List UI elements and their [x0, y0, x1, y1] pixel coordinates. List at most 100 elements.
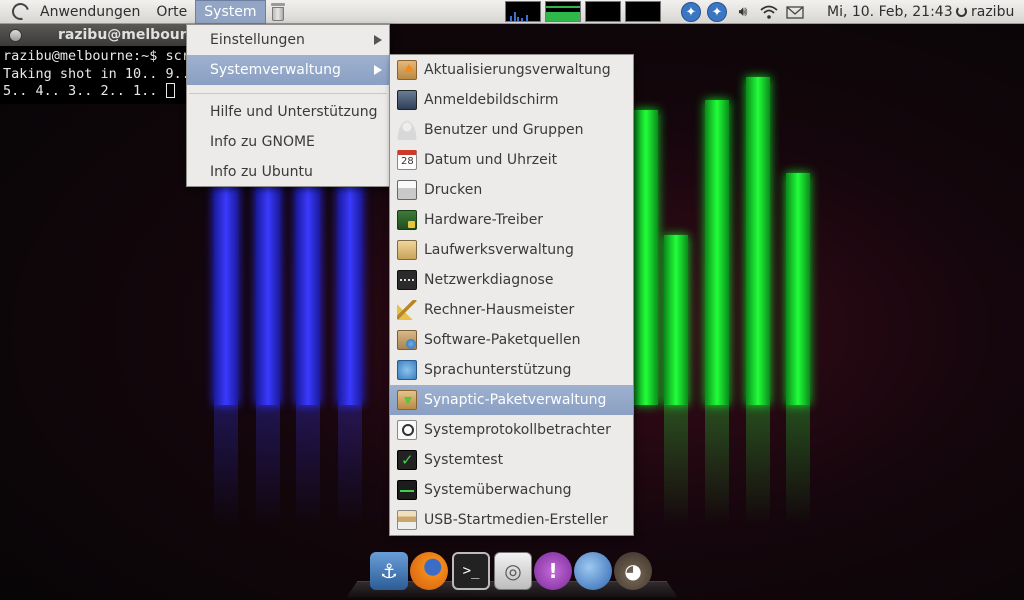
anchor-icon[interactable]: ⚓	[370, 552, 408, 590]
volume-icon[interactable]: 🔊︎	[732, 1, 754, 23]
terminal-icon[interactable]: >_	[452, 552, 490, 590]
hardware-driver-icon	[397, 210, 417, 230]
menu-item-label: Benutzer und Gruppen	[424, 122, 584, 138]
menu-item-users-groups[interactable]: Benutzer und Gruppen	[390, 115, 633, 145]
network-diagnostic-icon	[397, 270, 417, 290]
menu-item-help[interactable]: Hilfe und Unterstützung	[187, 97, 389, 127]
gimp-icon[interactable]: ◕	[614, 552, 652, 590]
terminal-titlebar[interactable]: razibu@melbourne: ~	[0, 24, 190, 46]
user-name: razibu	[971, 4, 1015, 20]
menu-item-hardware-drivers[interactable]: Hardware-Treiber	[390, 205, 633, 235]
terminal-window[interactable]: razibu@melbourne: ~ razibu@melbourne:~$ …	[0, 24, 190, 104]
menu-item-log-viewer[interactable]: Systemprotokollbetrachter	[390, 415, 633, 445]
memory-monitor-icon[interactable]	[545, 1, 581, 22]
menu-item-printing[interactable]: Drucken	[390, 175, 633, 205]
power-icon	[956, 6, 967, 17]
terminal-cursor	[165, 83, 175, 98]
submenu-arrow-icon	[374, 65, 382, 75]
system-test-icon	[397, 450, 417, 470]
menu-item-label: Hilfe und Unterstützung	[210, 104, 378, 120]
accessibility-icon[interactable]: ✦	[706, 1, 728, 23]
administration-submenu: Aktualisierungsverwaltung Anmeldebildsch…	[389, 54, 634, 536]
usb-creator-icon	[397, 510, 417, 530]
menu-item-label: Einstellungen	[210, 32, 305, 48]
network-monitor-icon[interactable]	[585, 1, 621, 22]
menu-item-software-sources[interactable]: Software-Paketquellen	[390, 325, 633, 355]
wallpaper-reflection	[664, 405, 688, 525]
menu-item-preferences[interactable]: Einstellungen	[187, 25, 389, 55]
terminal-output[interactable]: razibu@melbourne:~$ scr Taking shot in 10…	[0, 46, 190, 101]
system-menu: Einstellungen Systemverwaltung Hilfe und…	[186, 24, 390, 187]
menu-item-administration[interactable]: Systemverwaltung	[187, 55, 389, 85]
wallpaper-bar	[705, 100, 729, 405]
wallpaper-bar	[214, 175, 238, 405]
submenu-arrow-icon	[374, 35, 382, 45]
wallpaper-bar	[746, 77, 770, 405]
system-monitor-icon	[397, 480, 417, 500]
terminal-title: razibu@melbourne: ~	[58, 27, 190, 43]
synaptic-package-icon	[397, 390, 417, 410]
menu-item-label: Laufwerksverwaltung	[424, 242, 574, 258]
wallpaper-reflection	[705, 405, 729, 525]
notification-icon[interactable]: !	[534, 552, 572, 590]
user-menu[interactable]: razibu	[956, 0, 1014, 24]
wallpaper-bar	[786, 173, 810, 405]
menu-item-synaptic[interactable]: Synaptic-Paketverwaltung	[390, 385, 633, 415]
menu-item-system-monitor[interactable]: Systemüberwachung	[390, 475, 633, 505]
wallpaper-reflection	[786, 405, 810, 525]
menu-item-label: Netzwerkdiagnose	[424, 272, 554, 288]
thunderbird-icon[interactable]	[574, 552, 612, 590]
menu-item-usb-creator[interactable]: USB-Startmedien-Ersteller	[390, 505, 633, 535]
menu-applications[interactable]: Anwendungen	[32, 0, 148, 24]
menu-item-label: Systemüberwachung	[424, 482, 572, 498]
load-monitor-icon[interactable]	[625, 1, 661, 22]
menu-item-computer-janitor[interactable]: Rechner-Hausmeister	[390, 295, 633, 325]
users-groups-icon	[397, 120, 417, 140]
menu-item-network-tools[interactable]: Netzwerkdiagnose	[390, 265, 633, 295]
clock[interactable]: Mi, 10. Feb, 21:43	[827, 0, 953, 24]
menu-item-system-testing[interactable]: Systemtest	[390, 445, 633, 475]
wifi-icon[interactable]	[758, 1, 780, 23]
menu-system[interactable]: System	[195, 0, 266, 24]
software-sources-icon	[397, 330, 417, 350]
system-monitor-applet[interactable]	[505, 1, 661, 22]
close-icon[interactable]	[9, 29, 22, 42]
menu-item-label: Synaptic-Paketverwaltung	[424, 392, 607, 408]
menu-item-label: Anmeldebildschirm	[424, 92, 559, 108]
wallpaper-reflection	[746, 405, 770, 525]
menu-item-about-gnome[interactable]: Info zu GNOME	[187, 127, 389, 157]
menu-item-label: Systemprotokollbetrachter	[424, 422, 611, 438]
menu-item-date-time[interactable]: Datum und Uhrzeit	[390, 145, 633, 175]
top-panel: Anwendungen Orte System ✦ ✦ 🔊︎ Mi, 10. F…	[0, 0, 1024, 24]
calendar-icon	[397, 150, 417, 170]
menu-item-label: Info zu GNOME	[210, 134, 315, 150]
ubuntu-logo-icon[interactable]	[8, 0, 32, 24]
wallpaper-bar	[664, 235, 688, 405]
menu-item-update-manager[interactable]: Aktualisierungsverwaltung	[390, 55, 633, 85]
wallpaper-bar	[256, 175, 280, 405]
menu-places[interactable]: Orte	[148, 0, 195, 24]
terminal-line: razibu@melbourne:~$ scr	[3, 48, 190, 64]
terminal-line: Taking shot in 10.. 9..	[3, 65, 190, 82]
menu-item-language-support[interactable]: Sprachunterstützung	[390, 355, 633, 385]
mail-icon[interactable]	[784, 1, 806, 23]
menu-item-label: Info zu Ubuntu	[210, 164, 313, 180]
trash-icon[interactable]	[270, 2, 286, 22]
wallpaper-reflection	[338, 405, 362, 525]
menu-item-label: Aktualisierungsverwaltung	[424, 62, 611, 78]
login-screen-icon	[397, 90, 417, 110]
menu-item-label: Systemverwaltung	[210, 62, 341, 78]
menu-separator	[189, 93, 387, 94]
broom-icon	[397, 300, 417, 320]
menu-item-login-screen[interactable]: Anmeldebildschirm	[390, 85, 633, 115]
menu-item-about-ubuntu[interactable]: Info zu Ubuntu	[187, 157, 389, 187]
firefox-icon[interactable]	[410, 552, 448, 590]
menu-item-label: Systemtest	[424, 452, 504, 468]
accessibility-icon[interactable]: ✦	[680, 1, 702, 23]
menu-item-disk-utility[interactable]: Laufwerksverwaltung	[390, 235, 633, 265]
cpu-monitor-icon[interactable]	[505, 1, 541, 22]
disk-icon[interactable]: ◎	[494, 552, 532, 590]
menu-item-label: Hardware-Treiber	[424, 212, 544, 228]
log-viewer-icon	[397, 420, 417, 440]
menu-item-label: Rechner-Hausmeister	[424, 302, 575, 318]
